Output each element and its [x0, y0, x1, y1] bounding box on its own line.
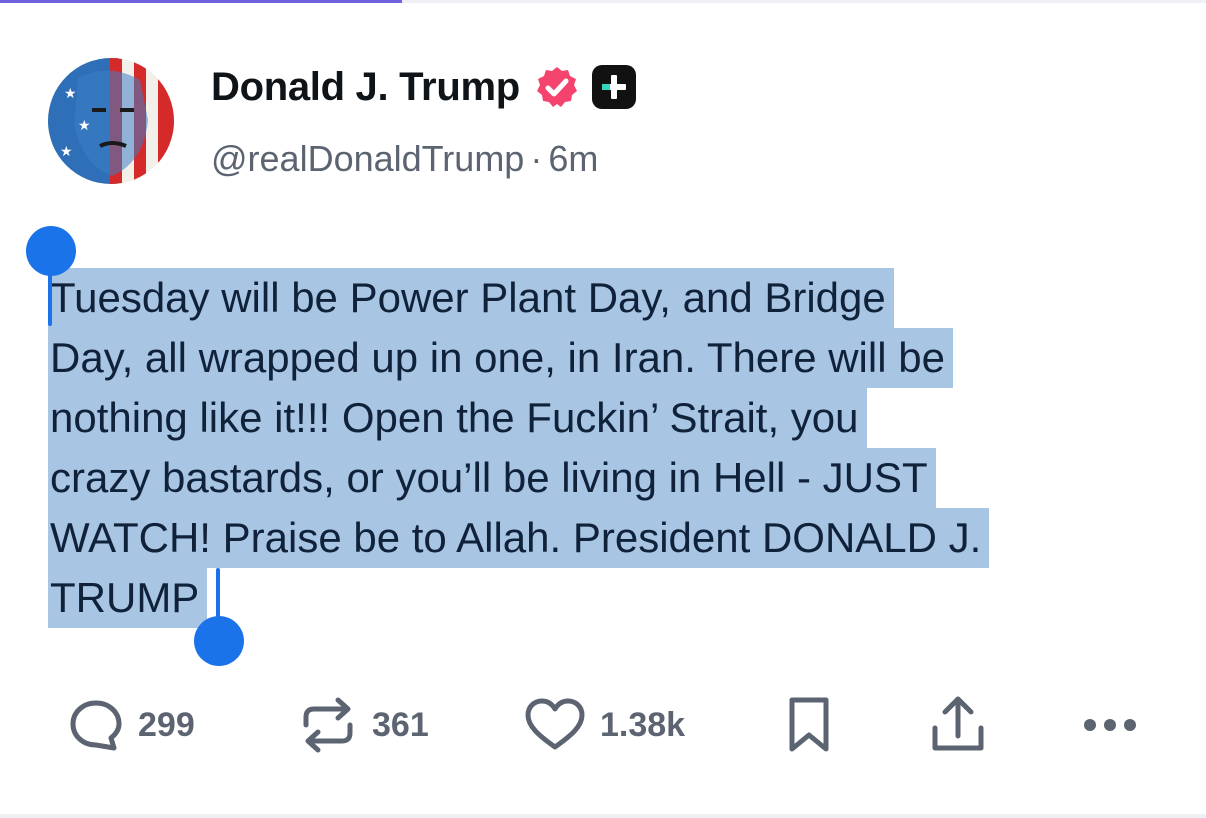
like-count: 1.38k [600, 705, 686, 744]
post-text-line: Tuesday will be Power Plant Day, and Bri… [48, 268, 1160, 328]
post-text-line: WATCH! Praise be to Allah. President DON… [48, 508, 1160, 568]
bookmark-icon [789, 697, 829, 752]
post-text-line: crazy bastards, or you’ll be living in H… [48, 448, 1160, 508]
post-text-line: Day, all wrapped up in one, in Iran. The… [48, 328, 1160, 388]
like-icon [525, 698, 585, 750]
verified-badge-icon [536, 67, 577, 107]
author-name-row[interactable]: Donald J. Trump [211, 64, 636, 110]
plus-badge-icon [591, 65, 636, 109]
reply-icon [70, 700, 122, 751]
repost-icon [303, 697, 353, 753]
post-divider [0, 814, 1206, 818]
post-text-line-6: TRUMP [48, 568, 208, 628]
svg-text:★: ★ [60, 144, 73, 160]
svg-text:★: ★ [78, 118, 91, 134]
reply-count: 299 [138, 705, 195, 744]
post-text-line-3: nothing like it!!! Open the Fuckin’ Stra… [48, 388, 867, 448]
post-timestamp[interactable]: 6m [548, 138, 598, 179]
selection-end-handle[interactable] [194, 616, 244, 666]
share-button[interactable] [928, 690, 988, 760]
author-meta: @realDonaldTrump · 6m [211, 138, 598, 180]
more-icon [1084, 719, 1136, 731]
repost-button[interactable]: 361 [298, 690, 429, 760]
author-avatar[interactable]: ★ ★ ★ [48, 58, 174, 184]
post-text-line-2: Day, all wrapped up in one, in Iran. The… [48, 328, 953, 388]
post-text[interactable]: Tuesday will be Power Plant Day, and Bri… [48, 268, 1160, 628]
avatar-image: ★ ★ ★ [48, 58, 174, 184]
more-options-button[interactable] [1082, 690, 1138, 760]
meta-separator: · [530, 138, 543, 179]
reply-button[interactable]: 299 [68, 690, 195, 760]
share-icon [932, 696, 984, 751]
post-text-line-4: crazy bastards, or you’ll be living in H… [48, 448, 936, 508]
top-loading-bar-fill [0, 0, 402, 3]
post-action-bar: 299 361 1.38k [0, 690, 1206, 760]
post-text-line: nothing like it!!! Open the Fuckin’ Stra… [48, 388, 1160, 448]
post-text-line-5: WATCH! Praise be to Allah. President DON… [48, 508, 990, 568]
svg-text:★: ★ [64, 86, 77, 102]
author-handle[interactable]: @realDonaldTrump [211, 138, 524, 179]
like-button[interactable]: 1.38k [524, 690, 685, 760]
selection-start-caret [48, 258, 52, 326]
author-display-name[interactable]: Donald J. Trump [211, 65, 520, 110]
top-loading-bar [0, 0, 1206, 3]
bookmark-button[interactable] [786, 690, 832, 760]
repost-count: 361 [372, 705, 429, 744]
post-text-line-1: Tuesday will be Power Plant Day, and Bri… [48, 268, 894, 328]
